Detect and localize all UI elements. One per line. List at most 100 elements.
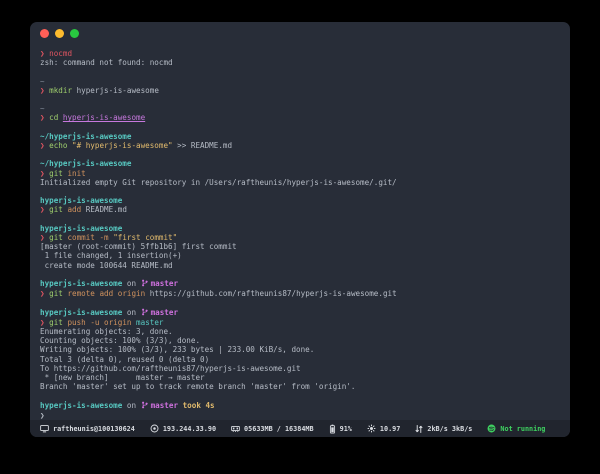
terminal-window: ❯ nocmdzsh: command not found: nocmd~❯ m… bbox=[30, 22, 570, 437]
terminal-line: ❯ cd hyperjs-is-awesome bbox=[40, 113, 560, 122]
terminal-line: Writing objects: 100% (3/3), 233 bytes |… bbox=[40, 345, 560, 354]
terminal-text: add bbox=[67, 205, 85, 214]
terminal-text: ❯ bbox=[40, 289, 49, 298]
terminal-line: To https://github.com/raftheunis87/hyper… bbox=[40, 364, 560, 373]
terminal-text: >> README.md bbox=[173, 141, 232, 150]
terminal-text: commit bbox=[67, 233, 99, 242]
terminal-text: git bbox=[49, 289, 67, 298]
window-titlebar[interactable] bbox=[30, 22, 570, 44]
terminal-text: hyperjs-is-awesome bbox=[40, 196, 122, 205]
terminal-line: Initialized empty Git repository in /Use… bbox=[40, 178, 560, 187]
terminal-text: ~/hyperjs-is-awesome bbox=[40, 159, 131, 168]
terminal-line: hyperjs-is-awesome bbox=[40, 196, 560, 205]
terminal-line bbox=[40, 123, 560, 132]
terminal-text: -m bbox=[99, 233, 113, 242]
terminal-line: 1 file changed, 1 insertion(+) bbox=[40, 251, 560, 260]
terminal-line bbox=[40, 187, 560, 196]
cpu-icon bbox=[367, 424, 376, 433]
terminal-text: Enumerating objects: 3, done. bbox=[40, 327, 173, 336]
terminal-line bbox=[40, 67, 560, 76]
git-branch-icon bbox=[141, 401, 148, 411]
terminal-line: ~ bbox=[40, 104, 560, 113]
terminal-text: hyperjs-is-awesome bbox=[40, 224, 122, 233]
terminal-line: ❯ mkdir hyperjs-is-awesome bbox=[40, 86, 560, 95]
status-item-ip-address: 193.244.33.90 bbox=[150, 424, 216, 433]
terminal-line: ~/hyperjs-is-awesome bbox=[40, 159, 560, 168]
terminal-text: echo bbox=[49, 141, 72, 150]
terminal-text: remote bbox=[67, 289, 99, 298]
terminal-text: To https://github.com/raftheunis87/hyper… bbox=[40, 364, 301, 373]
terminal-line: ❯ git commit -m "first commit" bbox=[40, 233, 560, 242]
terminal-line bbox=[40, 298, 560, 307]
terminal-line bbox=[40, 95, 560, 104]
terminal-text: hyperjs-is-awesome bbox=[63, 113, 145, 122]
terminal-line bbox=[40, 391, 560, 400]
terminal-text: took 4s bbox=[178, 401, 215, 410]
terminal-text: ~ bbox=[40, 104, 45, 113]
close-button[interactable] bbox=[40, 29, 49, 38]
terminal-line: * [new branch] master → master bbox=[40, 373, 560, 382]
terminal-text: push bbox=[67, 318, 90, 327]
terminal-line: ❯ echo "# hyperjs-is-awesome" >> README.… bbox=[40, 141, 560, 150]
terminal-text: ❯ bbox=[40, 205, 49, 214]
terminal-text: hyperjs-is-awesome bbox=[40, 308, 122, 317]
desktop: { "palette": { "background": "#282d38", … bbox=[0, 0, 600, 474]
zoom-button[interactable] bbox=[70, 29, 79, 38]
terminal-line: create mode 100644 README.md bbox=[40, 261, 560, 270]
terminal-line: ❯ bbox=[40, 411, 560, 420]
terminal-text: -u bbox=[90, 318, 104, 327]
minimize-button[interactable] bbox=[55, 29, 64, 38]
terminal-text: on bbox=[122, 401, 140, 410]
battery-icon bbox=[329, 424, 336, 434]
terminal-line: hyperjs-is-awesome bbox=[40, 224, 560, 233]
terminal-line: hyperjs-is-awesome on master bbox=[40, 308, 560, 318]
terminal-text: master bbox=[151, 401, 178, 410]
terminal-text: ❯ bbox=[40, 113, 49, 122]
terminal-output[interactable]: ❯ nocmdzsh: command not found: nocmd~❯ m… bbox=[30, 44, 570, 420]
speed-icon bbox=[415, 424, 423, 434]
git-branch-icon bbox=[141, 279, 148, 289]
terminal-text: cd bbox=[49, 113, 63, 122]
terminal-text: ❯ bbox=[40, 318, 49, 327]
status-item-battery: 91% bbox=[329, 424, 352, 434]
terminal-text: on bbox=[122, 279, 140, 288]
status-item-label: 05633MB / 16384MB bbox=[244, 425, 314, 433]
terminal-text: master bbox=[151, 279, 178, 288]
terminal-text: ~/hyperjs-is-awesome bbox=[40, 132, 131, 141]
status-item-label: 10.97 bbox=[380, 425, 400, 433]
terminal-line: Enumerating objects: 3, done. bbox=[40, 327, 560, 336]
git-branch-icon bbox=[141, 308, 148, 318]
terminal-text: Writing objects: 100% (3/3), 233 bytes |… bbox=[40, 345, 314, 354]
terminal-text: git bbox=[49, 233, 67, 242]
terminal-text: on bbox=[122, 308, 140, 317]
terminal-text: ❯ bbox=[40, 86, 49, 95]
terminal-line: Total 3 (delta 0), reused 0 (delta 0) bbox=[40, 355, 560, 364]
terminal-text: hyperjs-is-awesome bbox=[40, 279, 122, 288]
terminal-line: ❯ git add README.md bbox=[40, 205, 560, 214]
terminal-text: Total 3 (delta 0), reused 0 (delta 0) bbox=[40, 355, 209, 364]
display-icon bbox=[40, 424, 49, 433]
terminal-text: add bbox=[99, 289, 117, 298]
terminal-line: Counting objects: 100% (3/3), done. bbox=[40, 336, 560, 345]
spotify-icon bbox=[487, 424, 496, 433]
terminal-text: git bbox=[49, 169, 67, 178]
terminal-text: * [new branch] master → master bbox=[40, 373, 205, 382]
terminal-text: zsh: command not found: nocmd bbox=[40, 58, 173, 67]
terminal-text: hyperjs-is-awesome bbox=[77, 86, 159, 95]
terminal-line: ❯ git push -u origin master bbox=[40, 318, 560, 327]
terminal-line: hyperjs-is-awesome on master took 4s bbox=[40, 401, 560, 411]
terminal-text: ❯ bbox=[40, 49, 49, 58]
terminal-text: https://github.com/raftheunis87/hyperjs-… bbox=[150, 289, 397, 298]
terminal-text: Initialized empty Git repository in /Use… bbox=[40, 178, 397, 187]
terminal-text: origin bbox=[118, 289, 150, 298]
terminal-text: git bbox=[49, 318, 67, 327]
terminal-line: ~ bbox=[40, 77, 560, 86]
terminal-text: README.md bbox=[86, 205, 127, 214]
terminal-text: ❯ bbox=[40, 233, 49, 242]
terminal-text: [master (root-commit) 5ffb1b6] first com… bbox=[40, 242, 237, 251]
terminal-text: ❯ bbox=[40, 411, 45, 420]
network-icon bbox=[150, 424, 159, 433]
status-item-network-speed: 2kB/s 3kB/s bbox=[415, 424, 472, 434]
terminal-line bbox=[40, 270, 560, 279]
status-item-memory: 05633MB / 16384MB bbox=[231, 424, 314, 433]
